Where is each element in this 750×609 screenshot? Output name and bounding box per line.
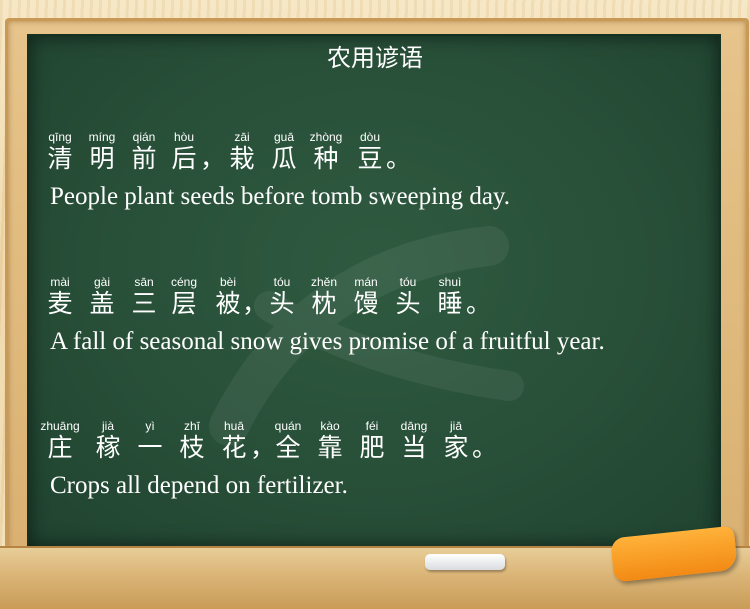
page-title: 农用谚语: [327, 44, 423, 72]
hanzi-character: 豆: [357, 144, 383, 173]
hanzi-character: 前: [131, 144, 157, 173]
pinyin-label: qīng: [48, 130, 72, 144]
pinyin-label: jià: [101, 419, 114, 433]
hanzi-character: 稼: [95, 433, 121, 462]
hanzi-cell: dòu 豆: [350, 130, 390, 174]
hanzi-cell: zhī 枝: [172, 419, 212, 463]
hanzi-character: 庄: [47, 433, 73, 462]
pinyin-label: zhěn: [310, 275, 338, 289]
hanzi-character: 种: [313, 144, 339, 173]
pinyin-label: mán: [354, 275, 378, 289]
hanzi-character: 瓜: [271, 144, 297, 173]
hanzi-character: 头: [395, 289, 421, 318]
pinyin-label: yì: [145, 419, 155, 433]
proverb-1-english: People plant seeds before tomb sweeping …: [50, 183, 511, 210]
hanzi-cell: shuì 睡: [430, 275, 470, 319]
hanzi-cell: qián 前: [124, 130, 164, 174]
pinyin-label: tóu: [273, 275, 291, 289]
hanzi-character: 当: [401, 433, 427, 462]
hanzi-character: 靠: [317, 433, 343, 462]
hanzi-character: 层: [171, 289, 197, 318]
hanzi-cell: dāng 当: [394, 419, 434, 463]
hanzi-cell: tóu 头: [388, 275, 428, 319]
hanzi-character: 枕: [311, 289, 337, 318]
hanzi-cell: zāi 栽: [222, 130, 262, 174]
comma-punctuation: ，: [250, 433, 276, 462]
comma-punctuation: ，: [242, 289, 268, 318]
pinyin-label: qián: [132, 130, 156, 144]
pinyin-label: dòu: [359, 130, 381, 144]
hanzi-cell: mài 麦: [40, 275, 80, 319]
pinyin-label: shuì: [438, 275, 462, 289]
hanzi-character: 肥: [359, 433, 385, 462]
pinyin-label: hòu: [173, 130, 195, 144]
hanzi-cell: tóu 头: [262, 275, 302, 319]
pinyin-label: míng: [88, 130, 116, 144]
hanzi-cell: céng 层: [164, 275, 204, 319]
pinyin-label: guā: [273, 130, 295, 144]
pinyin-label: zhuāng: [40, 419, 80, 433]
pinyin-label: bèi: [219, 275, 236, 289]
pinyin-label: dāng: [400, 419, 428, 433]
hanzi-cell: zhòng 种: [306, 130, 346, 174]
hanzi-character: 睡: [437, 289, 463, 318]
pinyin-label: jiā: [449, 419, 462, 433]
hanzi-character: 麦: [47, 289, 73, 318]
pinyin-label: sān: [134, 275, 154, 289]
period-punctuation: 。: [466, 289, 492, 318]
hanzi-cell: qīng 清: [40, 130, 80, 174]
pinyin-label: mài: [50, 275, 70, 289]
hanzi-character: 馒: [353, 289, 379, 318]
hanzi-character: 清: [47, 144, 73, 173]
hanzi-cell: zhěn 枕: [304, 275, 344, 319]
hanzi-character: 头: [269, 289, 295, 318]
hanzi-cell: hòu 后: [164, 130, 204, 174]
proverb-2-english: A fall of seasonal snow gives promise of…: [50, 328, 605, 355]
hanzi-cell: jiā 家: [436, 419, 476, 463]
hanzi-cell: zhuāng 庄: [40, 419, 80, 463]
pinyin-label: zhòng: [309, 130, 343, 144]
comma-punctuation: ，: [200, 144, 226, 173]
chalk-stick: [425, 554, 505, 570]
period-punctuation: 。: [472, 433, 498, 462]
hanzi-character: 后: [171, 144, 197, 173]
hanzi-cell: sān 三: [124, 275, 164, 319]
hanzi-cell: guā 瓜: [264, 130, 304, 174]
pinyin-label: tóu: [399, 275, 417, 289]
hanzi-character: 盖: [89, 289, 115, 318]
hanzi-character: 栽: [229, 144, 255, 173]
pinyin-label: gài: [93, 275, 110, 289]
hanzi-cell: jià 稼: [88, 419, 128, 463]
pinyin-label: huā: [223, 419, 245, 433]
hanzi-cell: féi 肥: [352, 419, 392, 463]
hanzi-character: 一: [137, 433, 163, 462]
pinyin-label: féi: [365, 419, 379, 433]
hanzi-character: 花: [221, 433, 247, 462]
hanzi-character: 三: [131, 289, 157, 318]
hanzi-character: 明: [89, 144, 115, 173]
hanzi-cell: gài 盖: [82, 275, 122, 319]
pinyin-label: céng: [170, 275, 198, 289]
proverb-3-english: Crops all depend on fertilizer.: [50, 472, 348, 499]
hanzi-cell: kào 靠: [310, 419, 350, 463]
pinyin-label: zhī: [183, 419, 200, 433]
pinyin-label: quán: [274, 419, 302, 433]
hanzi-character: 家: [443, 433, 469, 462]
hanzi-cell: míng 明: [82, 130, 122, 174]
hanzi-cell: huā 花: [214, 419, 254, 463]
hanzi-cell: mán 馒: [346, 275, 386, 319]
pinyin-label: kào: [320, 419, 340, 433]
hanzi-cell: yì 一: [130, 419, 170, 463]
period-punctuation: 。: [386, 144, 412, 173]
hanzi-character: 枝: [179, 433, 205, 462]
pinyin-label: zāi: [234, 130, 250, 144]
